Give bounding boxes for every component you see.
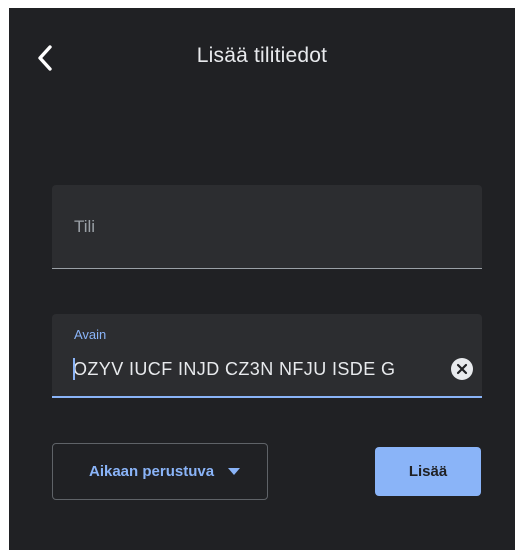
key-type-selected: Aikaan perustuva	[89, 463, 215, 480]
clear-circle-icon	[456, 363, 468, 375]
key-input[interactable]: OZYV IUCF INJD CZ3N NFJU ISDE G	[73, 356, 449, 382]
add-account-screen: Lisää tilitiedot Tili Avain OZYV IUCF IN…	[9, 8, 515, 550]
caret-down-icon	[228, 468, 241, 475]
key-type-dropdown[interactable]: Aikaan perustuva	[52, 443, 268, 500]
key-field[interactable]: Avain OZYV IUCF INJD CZ3N NFJU ISDE G	[52, 314, 482, 398]
account-name-field[interactable]: Tili	[52, 185, 482, 269]
add-button-label: Lisää	[408, 463, 448, 480]
clear-key-button[interactable]	[451, 358, 473, 380]
key-field-label: Avain	[74, 327, 107, 342]
page-title: Lisää tilitiedot	[196, 44, 328, 67]
account-name-placeholder: Tili	[74, 217, 96, 236]
text-cursor	[73, 358, 75, 380]
key-input-value: OZYV IUCF INJD CZ3N NFJU ISDE G	[73, 359, 396, 379]
add-button[interactable]: Lisää	[375, 447, 481, 496]
